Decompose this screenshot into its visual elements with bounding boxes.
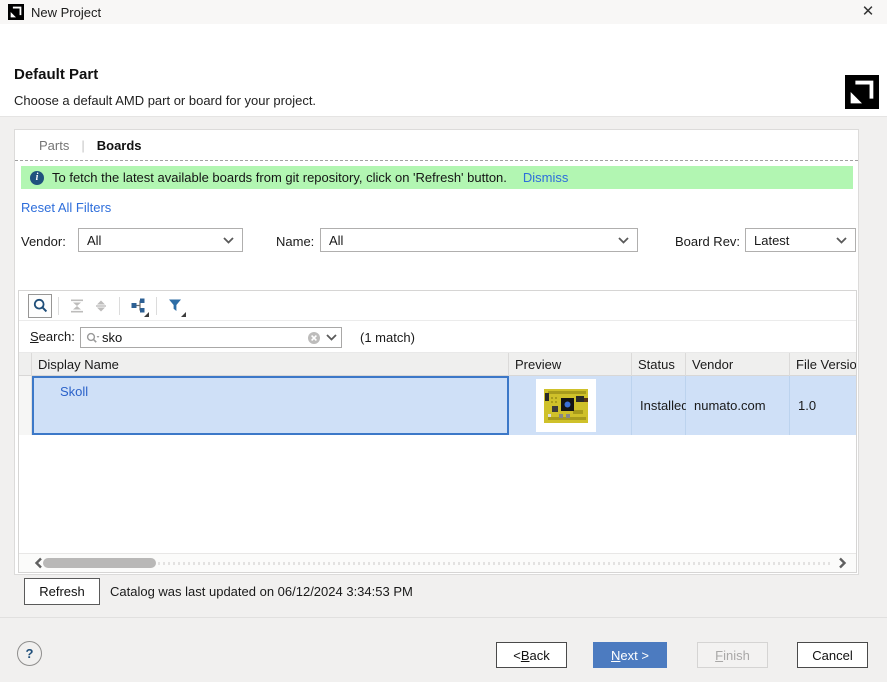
search-icon bbox=[33, 298, 48, 313]
catalog-status: Catalog was last updated on 06/12/2024 3… bbox=[110, 584, 413, 599]
search-label: Search: bbox=[30, 329, 75, 344]
window-title: New Project bbox=[31, 5, 101, 20]
tab-parts[interactable]: Parts bbox=[37, 138, 71, 153]
page-title: Default Part bbox=[14, 66, 98, 83]
board-preview-image bbox=[543, 388, 589, 424]
back-label-mnemonic: B bbox=[521, 648, 530, 663]
search-field[interactable] bbox=[80, 327, 342, 348]
search-history-chevron-icon[interactable] bbox=[326, 334, 337, 341]
scroll-right-icon[interactable] bbox=[836, 557, 848, 569]
tab-separator: | bbox=[81, 138, 84, 153]
board-status: Installed bbox=[640, 398, 688, 413]
filter-button[interactable] bbox=[163, 294, 187, 318]
finish-label-rest: inish bbox=[723, 648, 750, 663]
search-toggle-button[interactable] bbox=[28, 294, 52, 318]
dropdown-corner-indicator bbox=[144, 312, 149, 317]
board-rev-value: Latest bbox=[754, 233, 836, 248]
vendor-value: All bbox=[87, 233, 223, 248]
cell-preview[interactable] bbox=[509, 376, 632, 435]
help-button[interactable]: ? bbox=[17, 641, 42, 666]
name-value: All bbox=[329, 233, 618, 248]
info-icon: i bbox=[30, 171, 44, 185]
close-icon[interactable]: ✕ bbox=[858, 2, 878, 22]
search-row: Search: (1 match) bbox=[19, 321, 856, 353]
toolbar-divider bbox=[119, 297, 120, 315]
horizontal-scrollbar[interactable] bbox=[19, 553, 856, 572]
board-rev-label: Board Rev: bbox=[675, 234, 740, 249]
reset-all-filters-link[interactable]: Reset All Filters bbox=[21, 200, 111, 215]
back-button[interactable]: < Back bbox=[496, 642, 567, 668]
name-dropdown[interactable]: All bbox=[320, 228, 638, 252]
info-banner: i To fetch the latest available boards f… bbox=[21, 166, 853, 189]
expand-all-icon bbox=[94, 299, 108, 313]
page-subtitle: Choose a default AMD part or board for y… bbox=[14, 93, 316, 108]
chevron-down-icon bbox=[836, 237, 847, 244]
column-header-vendor[interactable]: Vendor bbox=[686, 353, 790, 376]
row-gutter-header bbox=[19, 353, 32, 376]
search-input[interactable] bbox=[100, 330, 307, 345]
row-gutter bbox=[19, 376, 32, 435]
scrollbar-track[interactable] bbox=[53, 562, 832, 565]
dropdown-corner-indicator bbox=[181, 312, 186, 317]
scrollbar-thumb[interactable] bbox=[43, 558, 156, 568]
default-part-panel: Parts | Boards i To fetch the latest ava… bbox=[14, 129, 859, 575]
next-label-mnemonic: N bbox=[611, 648, 620, 663]
chevron-down-icon bbox=[618, 237, 629, 244]
banner-message: To fetch the latest available boards fro… bbox=[52, 170, 507, 185]
table-header-row: Display Name Preview Status Vendor File … bbox=[19, 353, 856, 376]
board-name: Skoll bbox=[60, 384, 88, 399]
board-preview-frame bbox=[536, 379, 596, 432]
footer-divider bbox=[0, 617, 887, 618]
new-project-dialog: New Project ✕ Default Part Choose a defa… bbox=[0, 0, 887, 682]
collapse-all-button[interactable] bbox=[65, 294, 89, 318]
vendor-dropdown[interactable]: All bbox=[78, 228, 243, 252]
group-by-button[interactable] bbox=[126, 294, 150, 318]
chevron-down-icon bbox=[223, 237, 234, 244]
amd-logo bbox=[845, 75, 879, 109]
table-row[interactable]: Skoll bbox=[19, 376, 856, 435]
board-vendor: numato.com bbox=[694, 398, 766, 413]
table-toolbar bbox=[19, 291, 856, 321]
search-label-rest: earch: bbox=[39, 329, 75, 344]
search-field-icon bbox=[86, 332, 100, 344]
title-bar: New Project ✕ bbox=[0, 0, 887, 25]
clear-search-icon[interactable] bbox=[307, 331, 321, 345]
expand-all-button[interactable] bbox=[89, 294, 113, 318]
column-header-preview[interactable]: Preview bbox=[509, 353, 632, 376]
board-file-version: 1.0 bbox=[798, 398, 816, 413]
match-count: (1 match) bbox=[360, 330, 415, 345]
cell-vendor[interactable]: numato.com bbox=[686, 376, 790, 435]
column-header-display-name[interactable]: Display Name bbox=[32, 353, 509, 376]
back-label-rest: ack bbox=[530, 648, 550, 663]
back-label-pre: < bbox=[513, 648, 521, 663]
boards-table-panel: Search: (1 match) bbox=[18, 290, 857, 573]
wizard-header: Default Part Choose a default AMD part o… bbox=[0, 24, 887, 117]
cell-file-version[interactable]: 1.0 bbox=[790, 376, 856, 435]
vendor-label: Vendor: bbox=[21, 234, 66, 249]
toolbar-divider bbox=[58, 297, 59, 315]
tab-bar: Parts | Boards bbox=[15, 130, 858, 161]
board-rev-dropdown[interactable]: Latest bbox=[745, 228, 856, 252]
dismiss-link[interactable]: Dismiss bbox=[523, 170, 569, 185]
next-label-rest: ext > bbox=[620, 648, 649, 663]
tab-boards[interactable]: Boards bbox=[95, 138, 144, 153]
column-header-file-version[interactable]: File Version bbox=[790, 353, 856, 376]
search-label-mnemonic: S bbox=[30, 329, 39, 344]
cell-status[interactable]: Installed bbox=[632, 376, 686, 435]
name-label: Name: bbox=[276, 234, 314, 249]
amd-app-icon bbox=[8, 4, 24, 20]
finish-label-mnemonic: F bbox=[715, 648, 723, 663]
finish-button: Finish bbox=[697, 642, 768, 668]
cancel-button[interactable]: Cancel bbox=[797, 642, 868, 668]
cell-display-name[interactable]: Skoll bbox=[32, 376, 509, 435]
refresh-button[interactable]: Refresh bbox=[24, 578, 100, 605]
toolbar-divider bbox=[156, 297, 157, 315]
filter-icon bbox=[168, 299, 182, 312]
next-button[interactable]: Next > bbox=[593, 642, 667, 668]
collapse-all-icon bbox=[70, 299, 84, 313]
column-header-status[interactable]: Status bbox=[632, 353, 686, 376]
